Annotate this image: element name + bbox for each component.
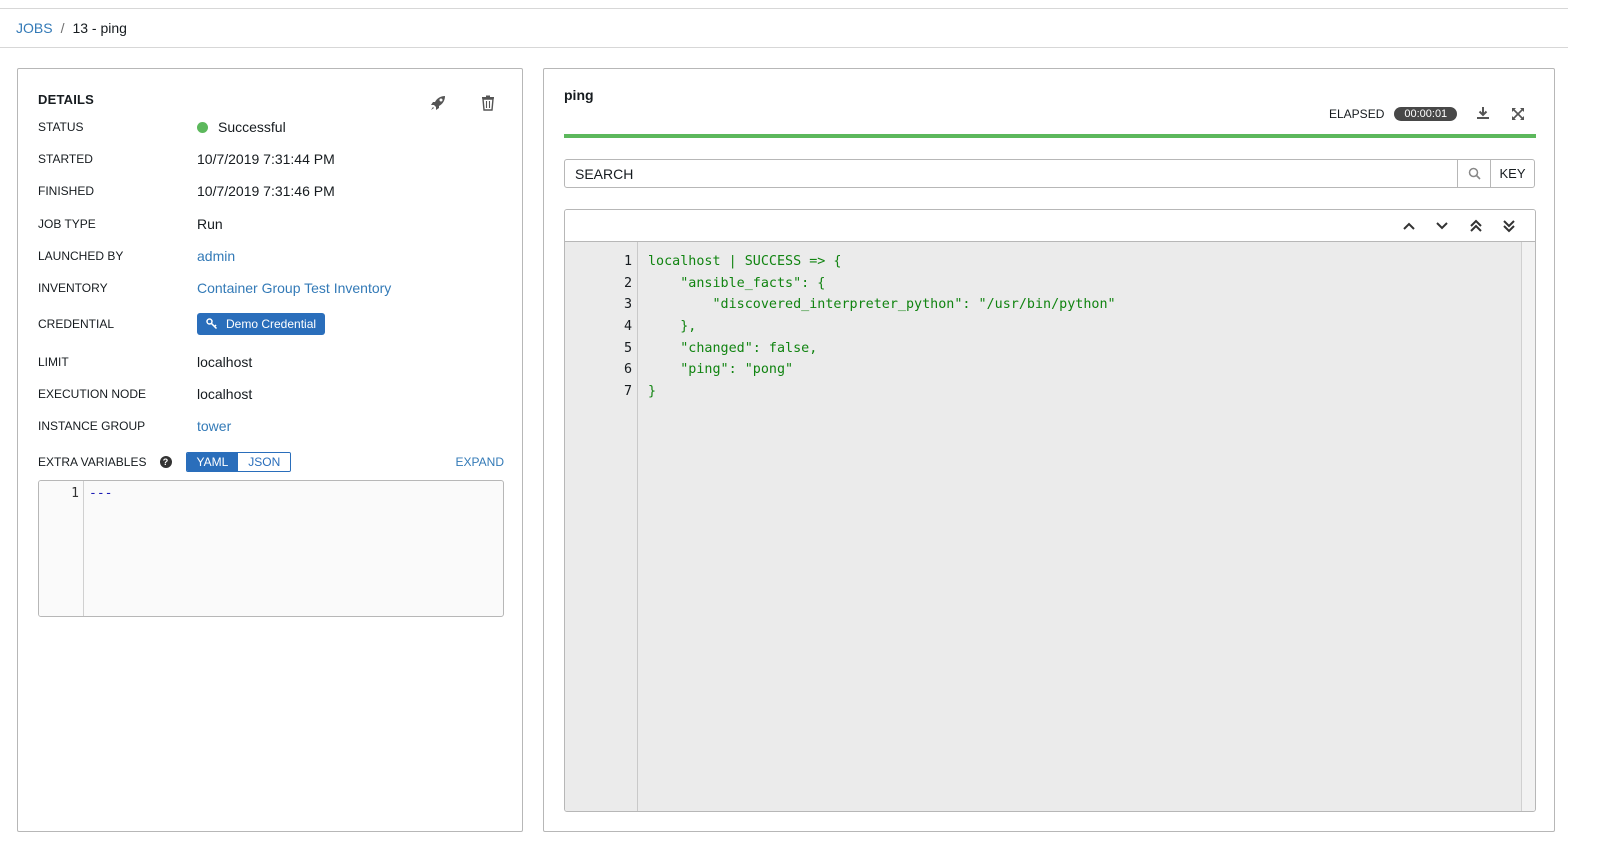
output-line-number: 5 <box>623 340 632 356</box>
rocket-icon[interactable] <box>428 93 448 113</box>
editor-line-number: 1 <box>71 486 79 501</box>
output-panel: ping ELAPSED 00:00:01 KEY <box>543 68 1555 832</box>
double-chevron-down-icon[interactable] <box>1501 218 1517 234</box>
instance-group-link[interactable]: tower <box>197 418 231 434</box>
status-value: Successful <box>197 119 286 135</box>
detail-row-limit: LIMIT localhost <box>38 354 508 370</box>
output-line: 7 } <box>565 381 656 403</box>
breadcrumb-separator: / <box>60 20 65 36</box>
job-output-title: ping <box>564 87 594 103</box>
status-success-icon <box>197 121 208 133</box>
output-line-number: 4 <box>623 319 632 335</box>
extra-variables-label: EXTRA VARIABLES <box>38 455 147 469</box>
format-toggle: YAML JSON <box>185 452 292 472</box>
extra-variables-editor[interactable]: 1 --- <box>38 480 504 617</box>
chevron-down-icon[interactable] <box>1434 218 1450 234</box>
expand-link[interactable]: EXPAND <box>456 455 504 469</box>
question-circle-icon[interactable]: ? <box>159 456 172 468</box>
output-line-number: 3 <box>623 297 632 313</box>
elapsed-indicator: ELAPSED 00:00:01 <box>1329 107 1458 121</box>
detail-row-execution-node: EXECUTION NODE localhost <box>38 386 508 402</box>
search-icon <box>1468 167 1481 180</box>
finished-label: FINISHED <box>38 184 95 198</box>
detail-row-started: STARTED 10/7/2019 7:31:44 PM <box>38 151 508 167</box>
started-label: STARTED <box>38 152 93 166</box>
double-chevron-up-icon[interactable] <box>1468 218 1484 234</box>
output-line-text: "ping": "pong" <box>648 362 794 378</box>
output-line-text: }, <box>648 319 697 335</box>
elapsed-label: ELAPSED <box>1329 107 1385 121</box>
output-line-text: "discovered_interpreter_python": "/usr/b… <box>648 297 1116 313</box>
fullscreen-icon[interactable] <box>1511 107 1525 124</box>
output-body: 1 localhost | SUCCESS => { 2 "ansible_fa… <box>565 242 1535 811</box>
job-type-value: Run <box>197 216 223 232</box>
output-line-number: 7 <box>623 383 632 399</box>
output-line-number: 2 <box>623 275 632 291</box>
execution-node-value: localhost <box>197 386 253 402</box>
status-text: Successful <box>218 119 286 135</box>
output-line-text: } <box>648 383 657 399</box>
detail-row-credential: CREDENTIAL Demo Credential <box>38 313 508 335</box>
detail-row-job-type: JOB TYPE Run <box>38 216 508 232</box>
output-line-text: "ansible_facts": { <box>648 275 826 291</box>
yaml-toggle-button[interactable]: YAML <box>186 453 239 471</box>
inventory-link[interactable]: Container Group Test Inventory <box>197 280 391 296</box>
execution-node-label: EXECUTION NODE <box>38 387 147 401</box>
output-line: 5 "changed": false, <box>565 337 817 359</box>
job-stdout: 1 localhost | SUCCESS => { 2 "ansible_fa… <box>564 209 1536 812</box>
search-field <box>564 159 1458 188</box>
inventory-label: INVENTORY <box>38 281 108 295</box>
status-label: STATUS <box>38 120 84 134</box>
breadcrumb-jobs-link[interactable]: JOBS <box>16 20 53 36</box>
editor-code: --- <box>89 486 113 501</box>
output-line: 3 "discovered_interpreter_python": "/usr… <box>565 294 1116 316</box>
detail-row-status: STATUS Successful <box>38 119 508 135</box>
finished-value: 10/7/2019 7:31:46 PM <box>197 183 335 199</box>
extra-variables-header: EXTRA VARIABLES ? YAML JSON EXPAND <box>38 452 504 472</box>
details-panel: DETAILS STATUS Successful STARTED 10/7/2… <box>17 68 523 832</box>
json-toggle-button[interactable]: JSON <box>238 453 291 471</box>
output-line-number: 6 <box>623 362 632 378</box>
job-progress-bar <box>564 134 1536 138</box>
output-line: 4 }, <box>565 316 696 338</box>
detail-row-finished: FINISHED 10/7/2019 7:31:46 PM <box>38 183 508 199</box>
output-line: 1 localhost | SUCCESS => { <box>565 251 842 273</box>
breadcrumb-current: 13 - ping <box>72 20 127 36</box>
output-toolbar <box>565 210 1535 242</box>
elapsed-badge: 00:00:01 <box>1394 107 1458 121</box>
limit-label: LIMIT <box>38 355 69 369</box>
launched-by-link[interactable]: admin <box>197 248 235 264</box>
credential-badge[interactable]: Demo Credential <box>197 313 326 335</box>
editor-gutter: 1 <box>39 481 84 616</box>
launched-by-label: LAUNCHED BY <box>38 249 124 263</box>
breadcrumb: JOBS / 13 - ping <box>0 9 1568 48</box>
limit-value: localhost <box>197 354 253 370</box>
output-line: 2 "ansible_facts": { <box>565 273 825 295</box>
credential-label: CREDENTIAL <box>38 317 115 331</box>
search-button[interactable] <box>1457 159 1491 188</box>
trash-icon[interactable] <box>478 93 498 113</box>
started-value: 10/7/2019 7:31:44 PM <box>197 151 335 167</box>
chevron-up-icon[interactable] <box>1401 218 1417 234</box>
credential-value: Demo Credential <box>197 313 326 335</box>
details-title: DETAILS <box>38 92 95 107</box>
search-input[interactable] <box>575 165 1457 182</box>
detail-row-inventory: INVENTORY Container Group Test Inventory <box>38 280 508 296</box>
detail-row-launched-by: LAUNCHED BY admin <box>38 248 508 264</box>
key-button[interactable]: KEY <box>1490 159 1535 188</box>
output-line: 6 "ping": "pong" <box>565 359 793 381</box>
job-type-label: JOB TYPE <box>38 217 96 231</box>
download-icon[interactable] <box>1476 106 1490 123</box>
key-icon <box>206 318 218 330</box>
output-scrollbar[interactable] <box>1521 242 1535 811</box>
instance-group-label: INSTANCE GROUP <box>38 419 146 433</box>
output-line-number: 1 <box>623 254 632 270</box>
credential-badge-label: Demo Credential <box>226 317 317 331</box>
output-line-text: "changed": false, <box>648 340 818 356</box>
detail-row-instance-group: INSTANCE GROUP tower <box>38 418 508 434</box>
output-line-text: localhost | SUCCESS => { <box>648 254 842 270</box>
